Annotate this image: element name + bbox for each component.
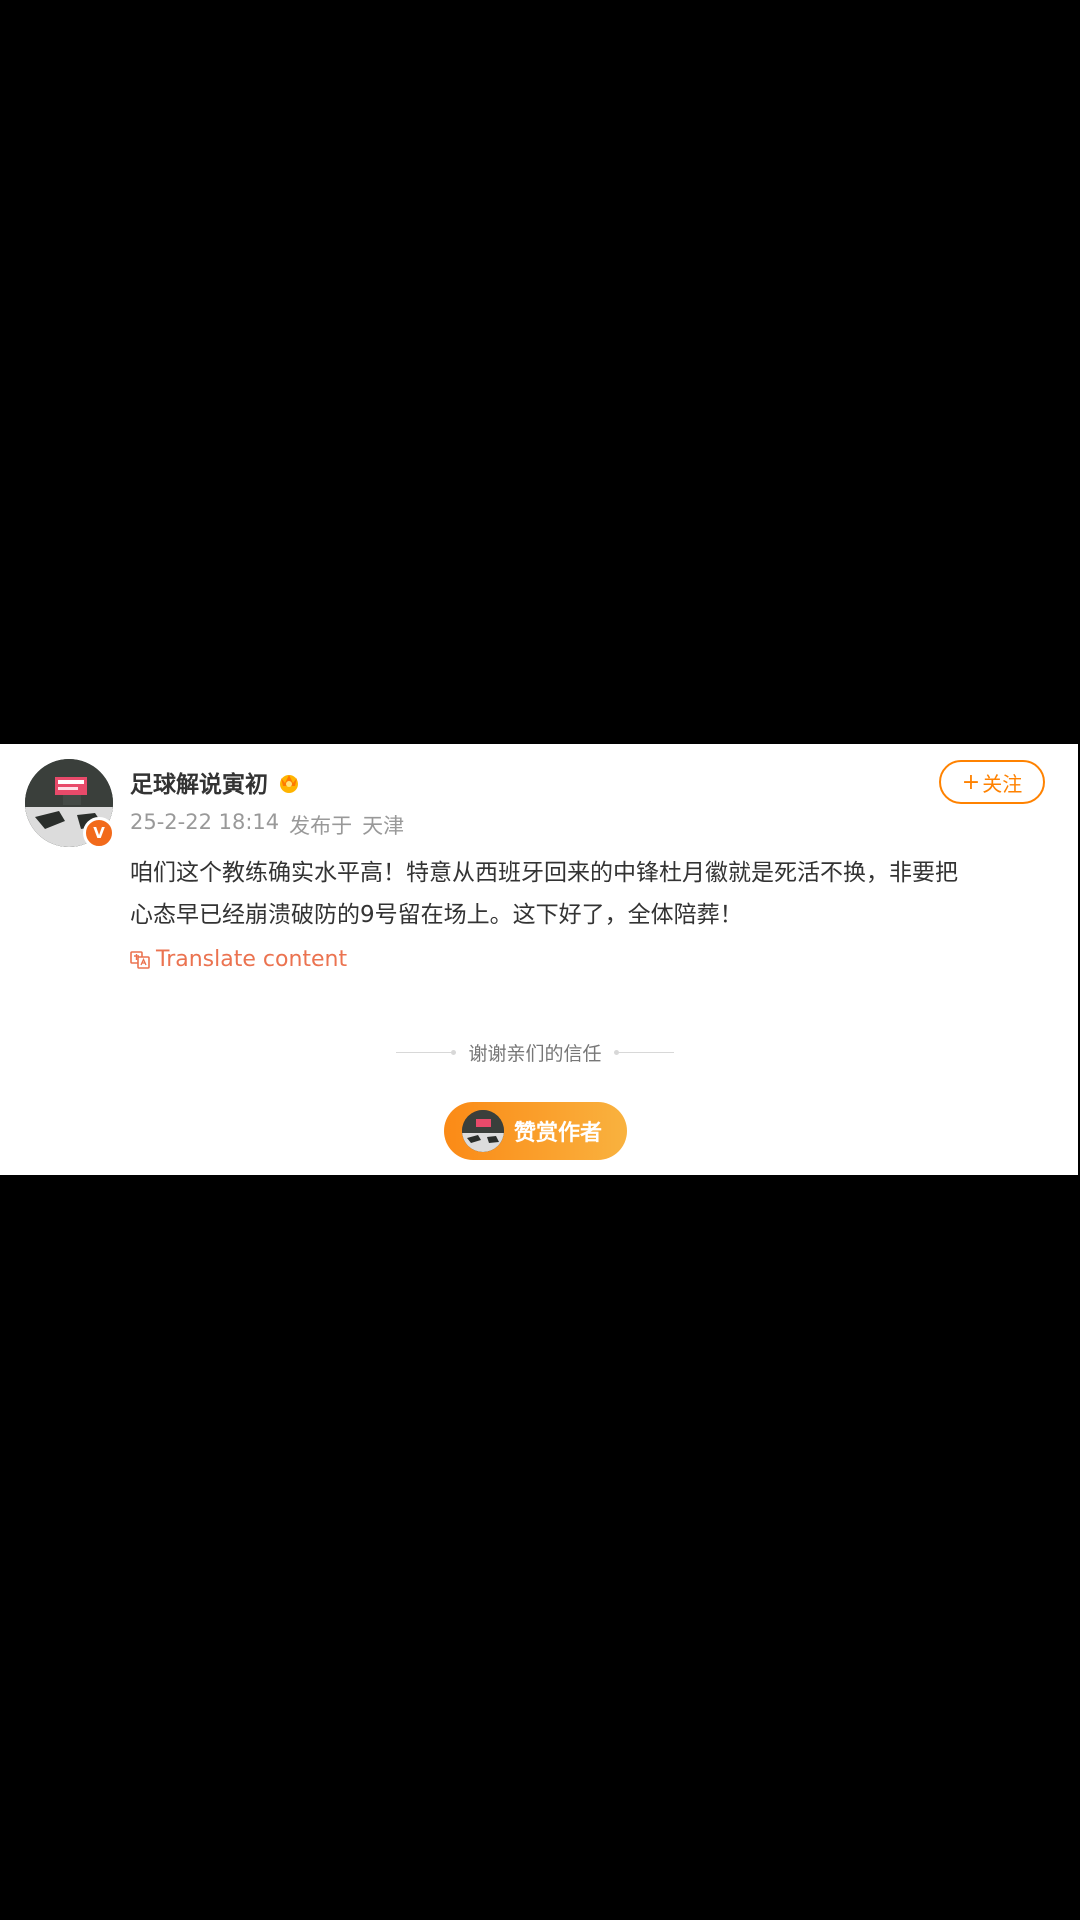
divider-line-left [396, 1050, 457, 1055]
reward-author-button[interactable]: 赞赏作者 [444, 1102, 627, 1160]
published-label: 发布于 [289, 814, 353, 838]
post-location: 天津 [362, 814, 405, 838]
post-content-line-1: 咱们这个教练确实水平高！特意从西班牙回来的中锋杜月徽就是死活不换，非要把 [130, 860, 958, 886]
plus-icon: + [961, 769, 981, 795]
reward-divider: 谢谢亲们的信任 [390, 1039, 680, 1066]
post-timestamp: 25-2-22 18:14 [130, 810, 280, 834]
translate-button[interactable]: Translate content [130, 947, 347, 972]
reward-author-label: 赞赏作者 [514, 1121, 603, 1146]
reward-thanks-text: 谢谢亲们的信任 [468, 1043, 602, 1065]
divider-line-right [613, 1050, 674, 1055]
post-meta: 25-2-22 18:14 发布于 天津 [130, 810, 404, 840]
post-content: 咱们这个教练确实水平高！特意从西班牙回来的中锋杜月徽就是死活不换，非要把 心态早… [130, 852, 1050, 936]
author-avatar-wrap[interactable]: V [25, 759, 115, 849]
author-name[interactable]: 足球解说寅初 [130, 765, 268, 799]
verified-badge: V [83, 817, 115, 849]
translate-label: Translate content [156, 947, 348, 972]
post-content-line-2: 心态早已经崩溃破防的9号留在场上。这下好了，全体陪葬！ [130, 902, 743, 928]
reward-avatar-image [462, 1110, 504, 1152]
follow-button[interactable]: + 关注 [939, 760, 1045, 804]
translate-icon [130, 950, 150, 969]
reward-avatar [462, 1110, 504, 1152]
crown-vip-icon[interactable] [276, 770, 302, 794]
follow-label: 关注 [982, 771, 1023, 796]
author-name-row: 足球解说寅初 [130, 764, 302, 800]
post-card: V 足球解说寅初 25-2-22 18:14 发布于 天津 + 关注 咱们这个教… [0, 744, 1078, 1175]
